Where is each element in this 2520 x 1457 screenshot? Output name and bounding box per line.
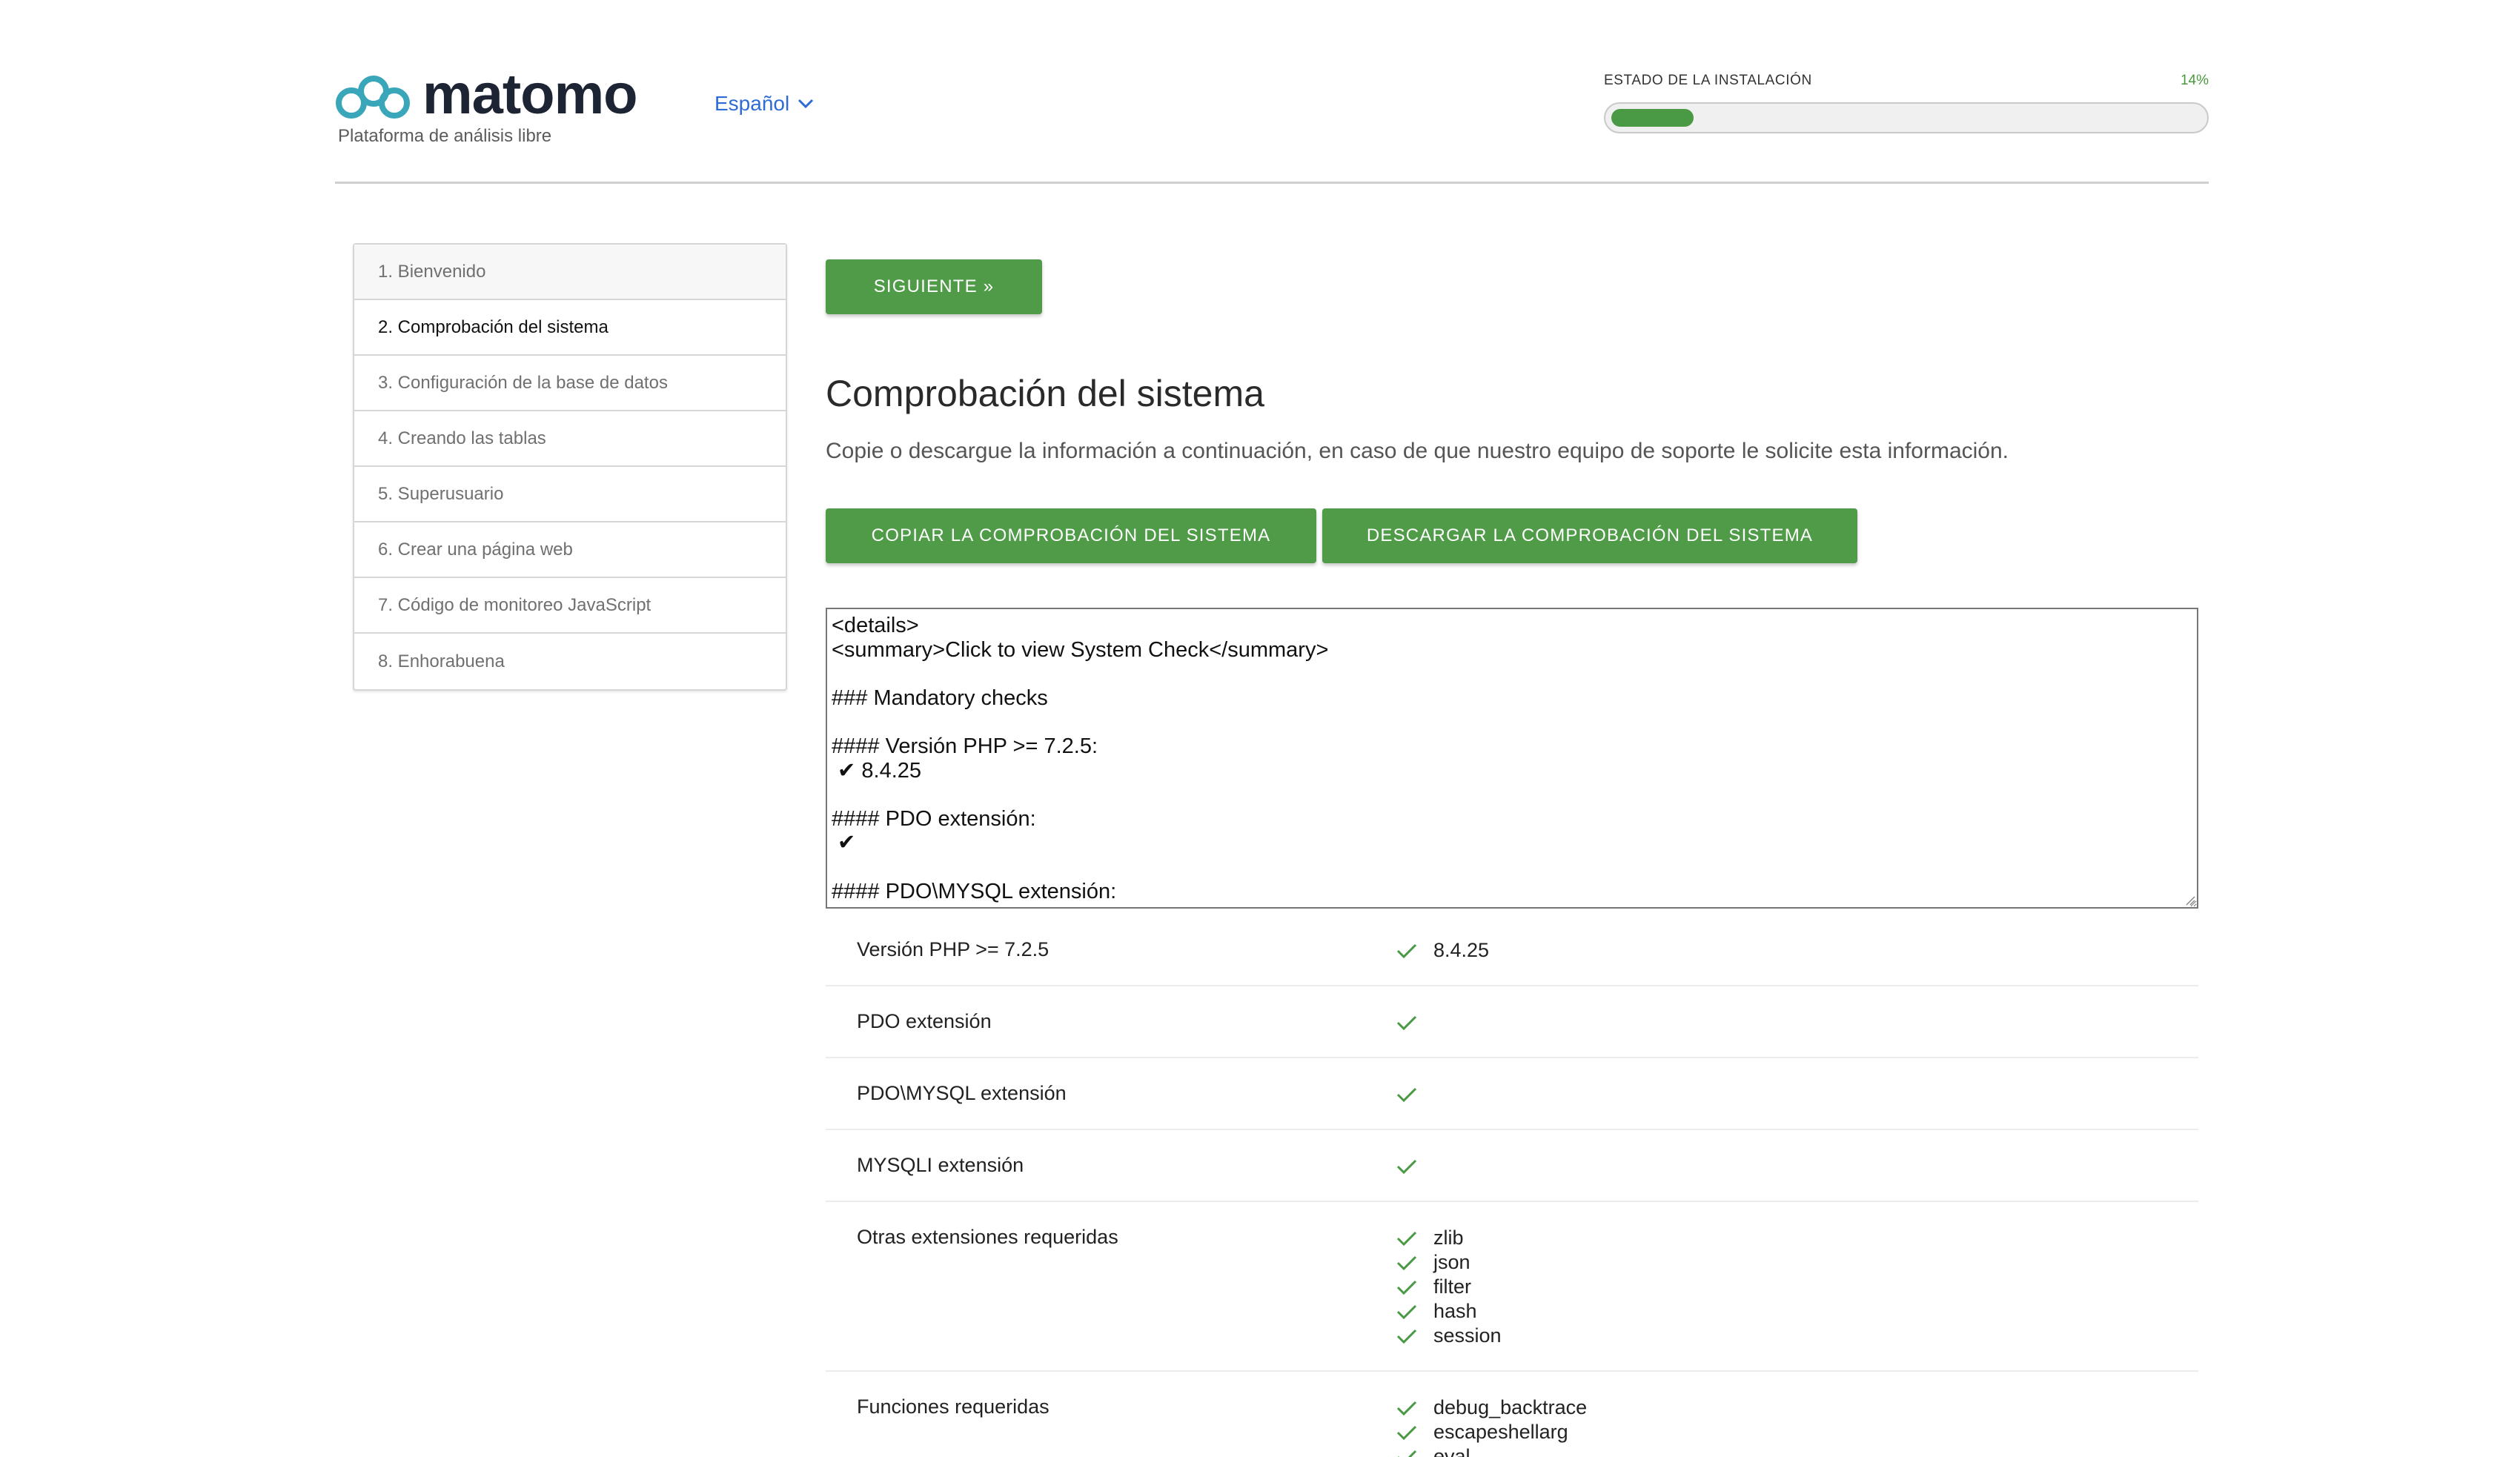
check-row: PDO extensión: [826, 986, 2198, 1058]
check-result-value: session: [1433, 1324, 1502, 1347]
check-row: MYSQLI extensión: [826, 1130, 2198, 1202]
system-check-table: Versión PHP >= 7.2.5 8.4.25 PDO extensión P…: [826, 915, 2198, 1457]
check-result: [1396, 1010, 1433, 1035]
checkmark-icon: [1396, 1400, 1417, 1416]
installation-steps: 1. Bienvenido 2. Comprobación del sistema…: [353, 243, 787, 691]
step-item-2: 2. Comprobación del sistema: [354, 300, 786, 356]
download-system-check-button[interactable]: DESCARGAR LA COMPROBACIÓN DEL SISTEMA: [1322, 508, 1857, 563]
check-result: 8.4.25: [1396, 938, 1489, 963]
chevron-down-icon: [798, 99, 814, 109]
check-result-line: zlib: [1396, 1226, 1502, 1250]
step-item-5: 5. Superusuario: [354, 467, 786, 522]
install-progress-percent: 14%: [2180, 73, 2209, 88]
step-item-4: 4. Creando las tablas: [354, 411, 786, 467]
check-result-line: filter: [1396, 1275, 1502, 1299]
checkmark-icon: [1396, 1279, 1417, 1295]
checkmark-icon: [1396, 1304, 1417, 1320]
language-label: Español: [714, 92, 790, 115]
check-result-line: hash: [1396, 1299, 1502, 1324]
next-button[interactable]: SIGUIENTE »: [826, 259, 1042, 314]
tagline: Plataforma de análisis libre: [338, 126, 552, 146]
checkmark-icon: [1396, 943, 1417, 959]
check-name: Versión PHP >= 7.2.5: [857, 938, 1050, 960]
check-result-line: 8.4.25: [1396, 938, 1489, 963]
matomo-logo[interactable]: matomo: [335, 67, 638, 123]
step-item-3: 3. Configuración de la base de datos: [354, 356, 786, 411]
check-result-value: escapeshellarg: [1433, 1421, 1568, 1443]
check-result: [1396, 1082, 1433, 1106]
check-result-value: json: [1433, 1251, 1470, 1273]
check-row: Versión PHP >= 7.2.5 8.4.25: [826, 915, 2198, 986]
check-result-line: debug_backtrace: [1396, 1395, 1587, 1420]
page-header: matomo Plataforma de análisis libre Espa…: [335, 0, 2209, 184]
check-result-line: json: [1396, 1250, 1502, 1275]
check-result-line: [1396, 1154, 1433, 1178]
check-row: Funciones requeridas debug_backtraceescap…: [826, 1372, 2198, 1457]
checkmark-icon: [1396, 1328, 1417, 1344]
check-result-value: hash: [1433, 1300, 1477, 1322]
checkmark-icon: [1396, 1015, 1417, 1031]
check-result-value: zlib: [1433, 1227, 1464, 1249]
copy-system-check-button[interactable]: COPIAR LA COMPROBACIÓN DEL SISTEMA: [826, 508, 1316, 563]
step-item-6: 6. Crear una página web: [354, 522, 786, 578]
step-item-7: 7. Código de monitoreo JavaScript: [354, 578, 786, 634]
check-result-line: eval: [1396, 1444, 1587, 1457]
check-result-value: debug_backtrace: [1433, 1396, 1588, 1418]
install-progress-fill: [1611, 109, 1694, 127]
check-row: PDO\MYSQL extensión: [826, 1058, 2198, 1130]
language-selector[interactable]: Español: [714, 92, 815, 116]
install-status-label: ESTADO DE LA INSTALACIÓN: [1604, 73, 1812, 88]
matomo-logo-icon: [336, 76, 410, 119]
check-row: Otras extensiones requeridas zlib json filt…: [826, 1202, 2198, 1372]
check-name: Otras extensiones requeridas: [857, 1226, 1118, 1248]
check-name: Funciones requeridas: [857, 1395, 1050, 1418]
check-result-value: 8.4.25: [1433, 939, 1490, 961]
step-item-1: 1. Bienvenido: [354, 245, 786, 300]
checkmark-icon: [1396, 1255, 1417, 1271]
check-name: PDO\MYSQL extensión: [857, 1082, 1067, 1104]
check-name: MYSQLI extensión: [857, 1154, 1024, 1176]
check-result: [1396, 1154, 1433, 1178]
page-title: Comprobación del sistema: [826, 373, 1264, 414]
step-item-8: 8. Enhorabuena: [378, 651, 505, 671]
checkmark-icon: [1396, 1086, 1417, 1103]
logo-wordmark: matomo: [422, 63, 638, 126]
install-progress-bar: [1604, 102, 2209, 133]
check-result: debug_backtrace escapeshellarg eval: [1396, 1395, 1587, 1457]
checkmark-icon: [1396, 1449, 1417, 1457]
checkmark-icon: [1396, 1158, 1417, 1175]
check-name: PDO extensión: [857, 1010, 992, 1032]
check-result-line: [1396, 1010, 1433, 1035]
check-result-value: eval: [1433, 1445, 1470, 1457]
check-result-line: escapeshellarg: [1396, 1420, 1587, 1444]
checkmark-icon: [1396, 1424, 1417, 1441]
checkmark-icon: [1396, 1230, 1417, 1247]
page-description: Copie o descargue la información a conti…: [826, 439, 2009, 463]
check-result-value: filter: [1433, 1275, 1472, 1298]
system-check-textarea[interactable]: <details> <summary>Click to view System …: [826, 608, 2198, 909]
check-result: zlib json filter hash session: [1396, 1226, 1502, 1348]
resize-handle-icon[interactable]: [2184, 894, 2195, 906]
check-result-line: session: [1396, 1324, 1502, 1348]
check-result-line: [1396, 1082, 1433, 1106]
